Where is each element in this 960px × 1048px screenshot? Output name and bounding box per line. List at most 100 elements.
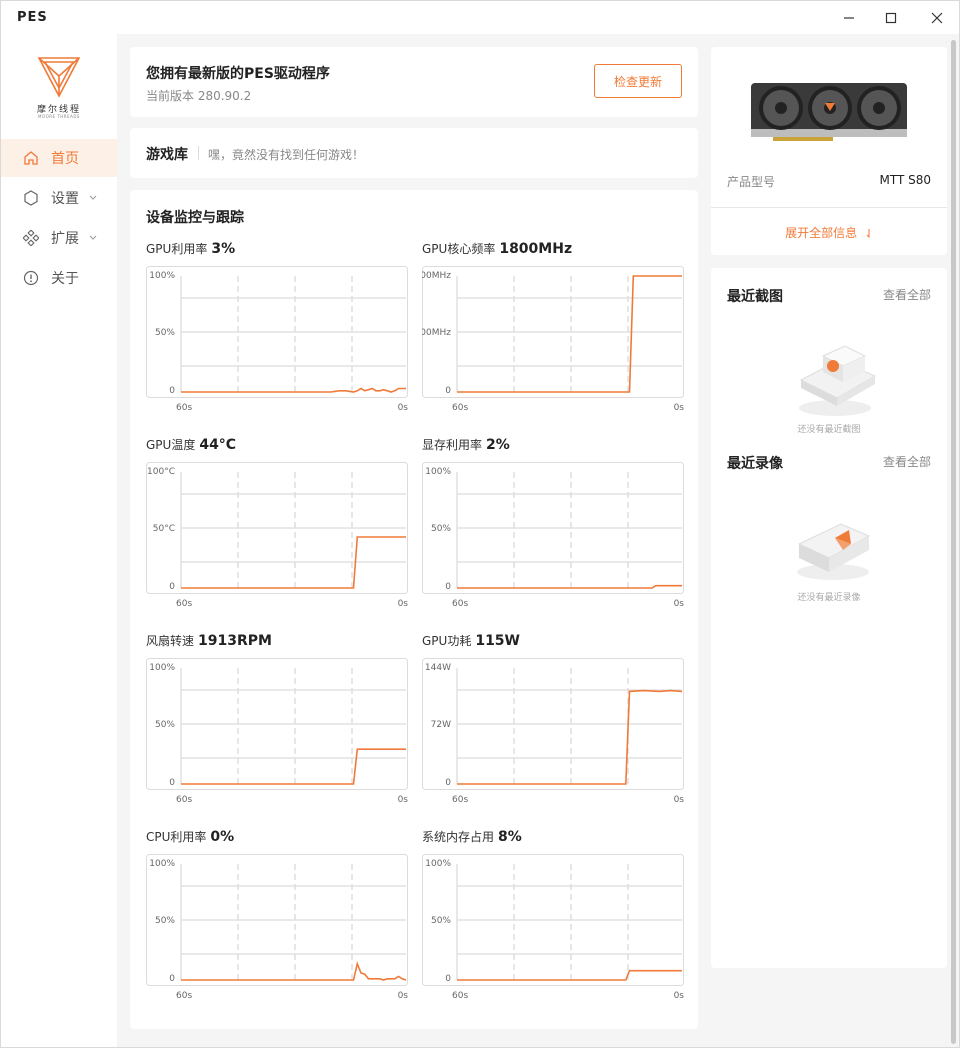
product-model-label: 产品型号 xyxy=(727,175,776,189)
divider xyxy=(198,146,199,160)
x-axis-end-label: 0s xyxy=(397,991,408,1001)
nav-item-label: 首页 xyxy=(51,151,79,167)
gpu-card-image xyxy=(751,83,907,141)
empty-recording-icon xyxy=(797,523,871,580)
metric-gpu-core-clock: GPU核心频率1800MHz60s0s1800MHz900MHz0 xyxy=(422,240,684,420)
metric-chart: 100°C 50°C 0 xyxy=(146,462,408,594)
recent-screenshots-title: 最近截图 xyxy=(727,289,783,305)
y-tick-label: 0 xyxy=(445,582,451,592)
expand-all-info-link[interactable]: 展开全部信息 xyxy=(711,224,947,241)
metric-name: 风扇转速 xyxy=(146,634,195,648)
expand-label: 展开全部信息 xyxy=(785,226,858,240)
nav-item-label: 关于 xyxy=(51,271,79,287)
metric-name: CPU利用率 xyxy=(146,830,207,844)
metric-value: 115W xyxy=(475,633,520,649)
nav-item-home[interactable]: 首页 xyxy=(1,139,117,177)
y-tick-label: 72W xyxy=(431,720,451,730)
maximize-button[interactable] xyxy=(877,7,905,29)
y-tick-label: 50% xyxy=(431,524,451,534)
chevron-down-icon xyxy=(89,233,97,244)
metric-value: 1800MHz xyxy=(499,241,573,257)
metric-chart: 1800MHz 900MHz 0 xyxy=(422,266,684,398)
view-all-screenshots-link[interactable]: 查看全部 xyxy=(883,286,931,303)
game-library-title[interactable]: 游戏库 xyxy=(146,144,188,164)
metric-chart: 100% 50% 0 xyxy=(146,658,408,790)
y-tick-label: 1800MHz xyxy=(422,271,451,281)
metric-chart: 100% 50% 0 xyxy=(146,854,408,986)
y-tick-label: 0 xyxy=(169,582,175,592)
y-tick-label: 0 xyxy=(445,974,451,984)
metric-chart: 100% 50% 0 xyxy=(422,854,684,986)
metric-label: 显存利用率 2% xyxy=(422,436,510,453)
x-axis-start-label: 60s xyxy=(176,599,193,609)
maximize-icon xyxy=(885,12,897,24)
y-tick-label: 100% xyxy=(149,859,175,869)
check-update-button[interactable]: 检查更新 xyxy=(594,64,682,98)
scrollbar[interactable] xyxy=(949,34,957,1047)
nav-item-label: 设置 xyxy=(51,191,79,207)
scrollbar-thumb[interactable] xyxy=(951,40,956,1044)
x-axis-end-label: 0s xyxy=(673,991,684,1001)
minimize-icon xyxy=(844,17,854,19)
settings-hex-icon xyxy=(21,188,41,208)
nav-item-settings[interactable]: 设置 xyxy=(1,179,117,217)
nav-item-about[interactable]: 关于 xyxy=(1,259,117,297)
metric-value: 44°C xyxy=(199,437,237,453)
minimize-button[interactable] xyxy=(835,7,863,29)
app-title: PES xyxy=(17,10,48,25)
y-tick-label: 144W xyxy=(425,663,451,673)
y-tick-label: 100% xyxy=(425,859,451,869)
close-icon xyxy=(931,12,943,24)
media-card: 最近截图 查看全部 还没有最近截图 最近录像 查看全部 还没有最近录像 xyxy=(711,268,947,968)
metric-label: 风扇转速 1913RPM xyxy=(146,632,272,649)
y-tick-label: 50% xyxy=(431,916,451,926)
logo-subtext: MOORE THREADS xyxy=(38,114,80,119)
x-axis-start-label: 60s xyxy=(176,403,193,413)
x-axis-end-label: 0s xyxy=(397,599,408,609)
y-tick-label: 0 xyxy=(169,974,175,984)
nav-item-extension[interactable]: 扩展 xyxy=(1,219,117,257)
device-monitor-card: 设备监控与跟踪 GPU利用率 3% 60s 0s 100% 50% 0 GPU核心频率 1800… xyxy=(130,190,698,1029)
home-icon xyxy=(21,148,41,168)
view-all-recordings-link[interactable]: 查看全部 xyxy=(883,453,931,470)
recent-screenshots-empty: 还没有最近截图 xyxy=(797,425,861,435)
recent-recordings-title: 最近录像 xyxy=(727,456,783,472)
x-axis-start-label: 60s xyxy=(176,991,193,1001)
y-tick-label: 100% xyxy=(149,271,175,281)
metric-name: GPU核心频率 xyxy=(422,242,496,256)
metric-cpu-usage: CPU利用率 0% 60s 0s 100% 50% 0 xyxy=(146,828,408,1008)
metric-label: GPU核心频率 1800MHz xyxy=(422,240,572,257)
game-library-card: 游戏库 嘿，竟然没有找到任何游戏！ xyxy=(130,128,698,178)
close-button[interactable] xyxy=(923,7,951,29)
metric-fan-speed: 风扇转速 1913RPM 60s 0s 100% 50% 0 xyxy=(146,632,408,812)
game-library-empty-message: 嘿，竟然没有找到任何游戏！ xyxy=(208,148,365,162)
y-tick-label: 100% xyxy=(149,663,175,673)
app-window: PES 摩尔线程 MOORE THREADS 首页 设置 扩展 关于 您拥有最新… xyxy=(0,0,960,1048)
metric-label: CPU利用率 0% xyxy=(146,828,234,845)
metric-name: 系统内存占用 xyxy=(422,830,495,844)
brand-logo: 摩尔线程 MOORE THREADS xyxy=(29,54,89,136)
metric-vram-usage: 显存利用率 2% 60s 0s 100% 50% 0 xyxy=(422,436,684,616)
chevron-down-icon xyxy=(89,193,97,204)
divider xyxy=(711,207,947,208)
x-axis-end-label: 0s xyxy=(397,403,408,413)
extension-icon xyxy=(21,228,41,248)
metric-label: GPU功耗 115W xyxy=(422,632,520,649)
y-tick-label: 0 xyxy=(445,778,451,788)
y-tick-label: 900MHz xyxy=(422,328,451,338)
arrow-down-icon xyxy=(866,229,870,239)
x-axis-end-label: 0s xyxy=(673,403,684,413)
info-icon xyxy=(21,268,41,288)
metric-label: 系统内存占用 8% xyxy=(422,828,522,845)
metric-value: 8% xyxy=(498,829,522,845)
current-version: 当前版本 280.90.2 xyxy=(146,89,252,103)
sidebar: 摩尔线程 MOORE THREADS 首页 设置 扩展 关于 xyxy=(1,34,117,1047)
x-axis-start-label: 60s xyxy=(452,599,469,609)
x-axis-end-label: 0s xyxy=(673,795,684,805)
metric-value: 2% xyxy=(486,437,510,453)
x-axis-start-label: 60s xyxy=(452,991,469,1001)
recent-recordings-empty: 还没有最近录像 xyxy=(797,593,861,603)
x-axis-start-label: 60s xyxy=(452,403,469,413)
metric-gpu-usage: GPU利用率 3% 60s 0s 100% 50% 0 xyxy=(146,240,408,420)
metric-chart: 100% 50% 0 xyxy=(422,462,684,594)
